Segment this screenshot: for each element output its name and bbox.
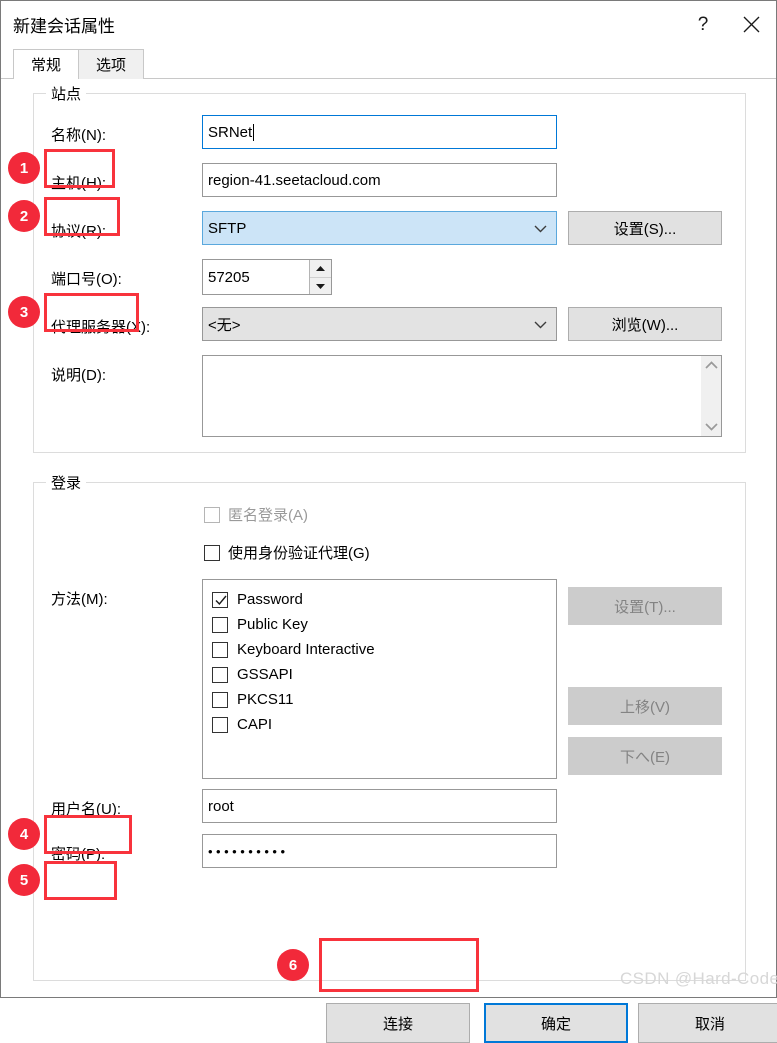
- chevron-down-icon: [534, 224, 551, 233]
- window-title: 新建会话属性: [13, 16, 115, 36]
- proxy-browse-button[interactable]: 浏览(W)...: [568, 307, 722, 341]
- chevron-down-icon: [704, 423, 718, 431]
- site-group-legend: 站点: [46, 83, 87, 104]
- checkbox-box: [212, 691, 228, 708]
- tab-page-general: 站点 名称(N): SRNet 主机(H): region-41.seetacl…: [1, 78, 777, 1043]
- method-label: 方法(M):: [51, 591, 108, 608]
- method-settings-button-label: 设置(T)...: [614, 598, 676, 616]
- description-textarea-value[interactable]: [203, 356, 700, 436]
- list-item-label: GSSAPI: [237, 666, 293, 683]
- method-settings-button: 设置(T)...: [568, 587, 722, 625]
- help-button[interactable]: ?: [680, 1, 726, 47]
- method-list[interactable]: Password Public Key Keyboard Interactive…: [202, 579, 557, 779]
- watermark: CSDN @Hard-Coder: [620, 969, 777, 988]
- close-button[interactable]: [726, 1, 776, 47]
- port-stepper[interactable]: 57205: [202, 259, 332, 295]
- protocol-select-value: SFTP: [208, 219, 247, 237]
- list-item[interactable]: PKCS11: [212, 687, 556, 712]
- port-input-value[interactable]: 57205: [203, 260, 309, 294]
- list-item[interactable]: Password: [212, 587, 556, 612]
- list-item[interactable]: GSSAPI: [212, 662, 556, 687]
- annotation-badge-6: 6: [277, 949, 309, 981]
- annotation-badge-1: 1: [8, 152, 40, 184]
- anonymous-login-label: 匿名登录(A): [228, 507, 308, 524]
- list-item-label: PKCS11: [237, 691, 294, 708]
- protocol-settings-button-label: 设置(S)...: [613, 220, 677, 238]
- connect-button-label: 连接: [382, 1015, 413, 1033]
- tab-options-label: 选项: [95, 57, 126, 74]
- proxy-select-value: <无>: [208, 316, 241, 334]
- checkbox-box: [212, 666, 228, 683]
- method-move-up-button: 上移(V): [568, 687, 722, 725]
- description-label: 说明(D):: [51, 367, 106, 384]
- anonymous-login-checkbox: 匿名登录(A): [204, 504, 308, 525]
- stepper-up-button[interactable]: [310, 260, 331, 277]
- description-textarea[interactable]: [202, 355, 722, 437]
- tab-general-label: 常规: [30, 57, 61, 74]
- triangle-down-icon: [316, 283, 325, 289]
- ok-button[interactable]: 确定: [484, 1003, 628, 1043]
- annotation-badge-5: 5: [8, 864, 40, 896]
- proxy-select[interactable]: <无>: [202, 307, 557, 341]
- use-auth-agent-label: 使用身份验证代理(G): [228, 545, 370, 562]
- checkbox-box: [204, 544, 220, 561]
- list-item[interactable]: Keyboard Interactive: [212, 637, 556, 662]
- connect-button[interactable]: 连接: [326, 1003, 470, 1043]
- method-move-up-button-label: 上移(V): [620, 698, 670, 716]
- port-label: 端口号(O):: [51, 271, 122, 288]
- use-auth-agent-checkbox[interactable]: 使用身份验证代理(G): [204, 542, 370, 563]
- cancel-button-label: 取消: [694, 1015, 725, 1033]
- checkbox-box: [212, 616, 228, 633]
- text-caret: [253, 123, 255, 141]
- host-label: 主机(H):: [51, 175, 106, 192]
- new-session-properties-dialog: 新建会话属性 ? 常规 选项 站点 名称(N): SRNet 主机(H): re…: [0, 0, 777, 1043]
- checkbox-box: [212, 591, 228, 608]
- checkbox-box: [212, 716, 228, 733]
- name-input-value: SRNet: [208, 123, 253, 141]
- protocol-label: 协议(R):: [51, 223, 106, 240]
- name-input[interactable]: SRNet: [202, 115, 557, 149]
- check-icon: [215, 595, 227, 605]
- username-label: 用户名(U):: [51, 801, 121, 818]
- port-stepper-buttons: [309, 260, 331, 294]
- list-item-label: Public Key: [237, 616, 308, 633]
- host-input[interactable]: region-41.seetacloud.com: [202, 163, 557, 197]
- chevron-down-icon: [534, 320, 551, 329]
- name-label: 名称(N):: [51, 127, 106, 144]
- login-group-legend: 登录: [46, 472, 87, 493]
- annotation-badge-4: 4: [8, 818, 40, 850]
- proxy-label: 代理服务器(X):: [51, 319, 151, 336]
- stepper-down-button[interactable]: [310, 277, 331, 294]
- chevron-up-icon: [704, 361, 718, 369]
- username-input-value: root: [208, 797, 234, 815]
- tab-general[interactable]: 常规: [13, 49, 79, 79]
- triangle-up-icon: [316, 266, 325, 271]
- list-item[interactable]: Public Key: [212, 612, 556, 637]
- password-input-value: ••••••••••: [208, 843, 289, 859]
- protocol-settings-button[interactable]: 设置(S)...: [568, 211, 722, 245]
- annotation-badge-3: 3: [8, 296, 40, 328]
- annotation-badge-2: 2: [8, 200, 40, 232]
- list-item[interactable]: CAPI: [212, 712, 556, 737]
- username-input[interactable]: root: [202, 789, 557, 823]
- cancel-button[interactable]: 取消: [638, 1003, 777, 1043]
- proxy-browse-button-label: 浏览(W)...: [611, 316, 679, 334]
- list-item-label: CAPI: [237, 716, 273, 733]
- protocol-select[interactable]: SFTP: [202, 211, 557, 245]
- password-input[interactable]: ••••••••••: [202, 834, 557, 868]
- checkbox-box: [212, 641, 228, 658]
- description-scrollbar[interactable]: [700, 356, 721, 436]
- close-icon: [743, 16, 759, 32]
- method-move-down-button-label: 下へ(E): [620, 748, 670, 766]
- list-item-label: Password: [237, 591, 303, 608]
- host-input-value: region-41.seetacloud.com: [208, 171, 381, 189]
- ok-button-label: 确定: [540, 1015, 571, 1033]
- checkbox-box: [204, 506, 220, 523]
- tab-strip: 常规 选项: [1, 47, 776, 79]
- title-bar: 新建会话属性 ?: [1, 1, 776, 47]
- tab-options[interactable]: 选项: [78, 49, 144, 79]
- list-item-label: Keyboard Interactive: [237, 641, 375, 658]
- password-label: 密码(P):: [51, 846, 106, 863]
- method-move-down-button: 下へ(E): [568, 737, 722, 775]
